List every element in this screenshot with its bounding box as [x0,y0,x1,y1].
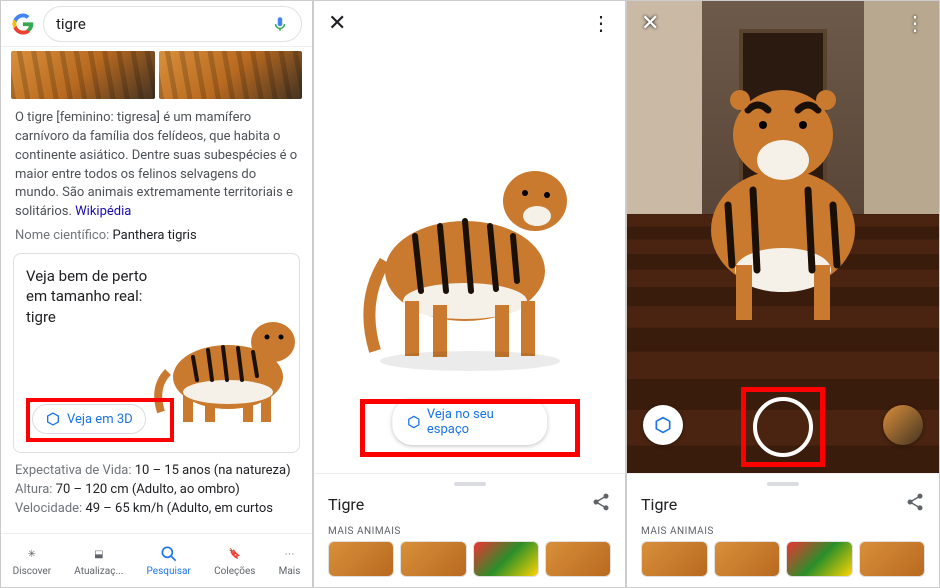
cube-3d-icon [653,415,673,435]
nav-label: Pesquisar [147,566,191,577]
search-bar [1,1,312,47]
description-text: O tigre [feminino: tigresa] é um mamífer… [1,99,312,228]
model-viewer-area[interactable]: Veja no seu espaço [314,45,625,475]
fact-label: Altura: [15,482,52,497]
overflow-menu-icon[interactable]: ⋮ [905,11,925,35]
search-input[interactable] [56,15,271,33]
nav-collections[interactable]: 🔖 Coleções [214,544,255,577]
panel-ar-view: ✕ ⋮ Tigre [626,0,940,588]
drag-handle[interactable] [454,482,486,486]
related-chip[interactable] [714,541,781,577]
description-body: O tigre [feminino: tigresa] é um mamífer… [15,110,297,219]
tiger-ar-model [668,65,898,335]
scientific-name-value: Panthera tigris [113,228,197,243]
viewer-topbar: ✕ ⋮ [314,1,625,45]
view-in-3d-label: Veja em 3D [67,412,133,427]
nav-more[interactable]: ⋯ Mais [279,544,301,577]
fact-row: Altura: 70 – 120 cm (Adulto, ao ombro) [1,480,312,499]
related-chips [641,541,925,577]
scientific-name-label: Nome científico: [15,228,109,243]
more-animals-label: MAIS ANIMAIS [641,526,925,537]
nav-label: Discover [13,566,52,577]
nav-label: Mais [279,566,301,577]
sheet-title: Tigre [328,495,364,514]
share-icon[interactable] [905,492,925,516]
related-chip[interactable] [400,541,466,577]
drag-handle[interactable] [767,482,799,486]
sparkle-icon: ✳ [22,544,42,564]
scientific-name-row: Nome científico: Panthera tigris [1,228,312,249]
overflow-menu-icon[interactable]: ⋮ [591,11,611,35]
panel-3d-viewer: ✕ ⋮ Veja no seu espaço [313,0,626,588]
fact-row: Expectativa de Vida: 10 – 15 anos (na na… [1,461,312,480]
toggle-3d-button[interactable] [643,405,683,445]
close-icon[interactable]: ✕ [328,11,346,36]
inbox-icon: ⬓ [89,544,109,564]
panel-search-results: O tigre [feminino: tigresa] é um mamífer… [0,0,313,588]
close-icon[interactable]: ✕ [641,11,659,36]
related-chip[interactable] [641,541,708,577]
fact-value: 10 – 15 anos (na natureza) [135,463,291,478]
view-in-your-space-label: Veja no seu espaço [427,407,533,437]
fact-label: Velocidade: [15,501,82,516]
ar-topbar: ✕ ⋮ [627,1,939,45]
nav-search[interactable]: Pesquisar [147,544,191,577]
search-input-wrap[interactable] [43,6,302,42]
sheet-title: Tigre [641,495,677,514]
view-3d-card: Veja bem de perto em tamanho real: tigre… [13,253,300,453]
fact-label: Expectativa de Vida: [15,463,132,478]
tiger-3d-model [345,121,595,381]
more-icon: ⋯ [279,544,299,564]
bottom-sheet[interactable]: Tigre MAIS ANIMAIS [627,473,939,587]
image-thumbnails [1,47,312,99]
ar-camera-view[interactable]: ✕ ⋮ [627,1,939,475]
nav-label: Coleções [214,566,255,577]
thumbnail-image[interactable] [159,51,303,99]
search-icon [159,544,179,564]
related-chip[interactable] [328,541,394,577]
thumbnail-image[interactable] [11,51,155,99]
view-in-3d-button[interactable]: Veja em 3D [32,404,146,434]
share-icon[interactable] [591,492,611,516]
view-in-your-space-button[interactable]: Veja no seu espaço [392,399,548,445]
wikipedia-link[interactable]: Wikipédia [75,204,131,219]
cube-3d-icon [406,414,421,430]
bookmark-icon: 🔖 [225,544,245,564]
related-chip[interactable] [786,541,853,577]
nav-discover[interactable]: ✳ Discover [13,544,52,577]
shutter-button[interactable] [753,397,813,457]
google-logo-icon [11,12,35,36]
last-capture-thumbnail[interactable] [883,405,923,445]
tiger-illustration [133,302,303,432]
fact-value: 70 – 120 cm (Adulto, ao ombro) [56,482,240,497]
bottom-sheet[interactable]: Tigre MAIS ANIMAIS [314,473,625,587]
nav-updates[interactable]: ⬓ Atualizaç... [74,544,123,577]
cube-3d-icon [45,411,61,427]
related-chips [328,541,611,577]
related-chip[interactable] [545,541,611,577]
related-chip[interactable] [859,541,926,577]
nav-label: Atualizaç... [74,566,123,577]
fact-row: Velocidade: 49 – 65 km/h (Adulto, em cur… [1,499,312,518]
fact-value: 49 – 65 km/h (Adulto, em curtos [85,501,273,516]
bottom-nav: ✳ Discover ⬓ Atualizaç... Pesquisar 🔖 Co… [1,533,312,587]
related-chip[interactable] [473,541,539,577]
microphone-icon[interactable] [271,15,289,33]
more-animals-label: MAIS ANIMAIS [328,526,611,537]
